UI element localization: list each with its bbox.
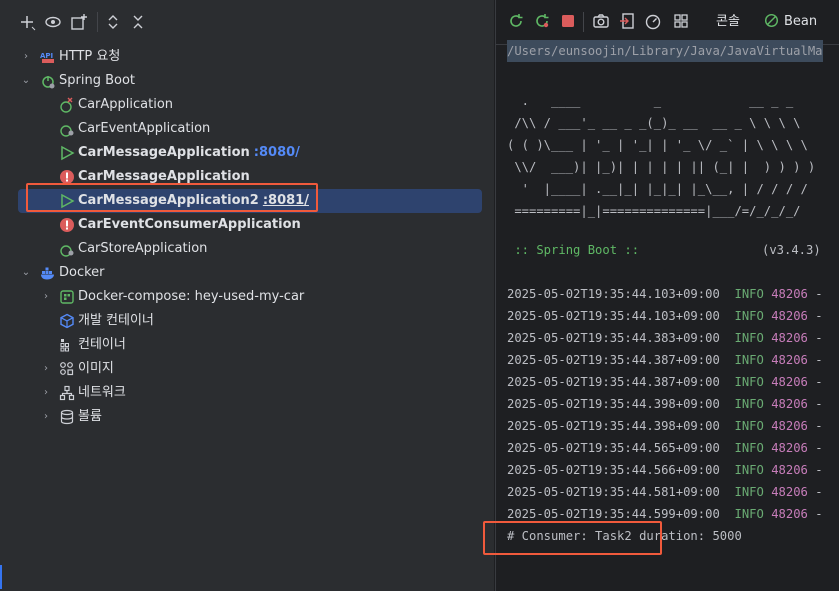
svg-text:API: API	[40, 52, 53, 60]
scroll-indicator	[0, 565, 2, 589]
tree-item-images[interactable]: › 이미지	[18, 357, 482, 381]
bean-icon	[764, 13, 779, 28]
camera-icon[interactable]	[592, 12, 610, 30]
tree-item-label: 컨테이너	[78, 337, 126, 352]
console-panel: 콘솔 Bean /Users/eunsoojin/Library/Java/Ja…	[495, 0, 839, 591]
banner-line: ( ( )\___ | '_ | '_| | '_ \/ _` | \ \ \ …	[507, 138, 808, 152]
tree-item-car-event-consumer-application[interactable]: CarEventConsumerApplication	[18, 213, 482, 237]
tree-item-car-application[interactable]: CarApplication	[18, 93, 482, 117]
services-toolbar	[0, 0, 494, 44]
exit-icon[interactable]	[618, 12, 636, 30]
tab-bean[interactable]: Bean	[764, 0, 834, 44]
port-link[interactable]: :8080/	[254, 145, 300, 160]
tab-console[interactable]: 콘솔	[706, 0, 750, 44]
tree-item-spring-boot[interactable]: ⌄ Spring Boot	[18, 69, 482, 93]
tree-item-http-requests[interactable]: › API HTTP 요청	[18, 45, 482, 69]
tree-item-docker[interactable]: ⌄ Docker	[18, 261, 482, 285]
tree-item-label: CarApplication	[78, 97, 174, 112]
log-line: 2025-05-02T19:35:44.566+09:00 INFO 48206…	[507, 463, 823, 477]
container-icon	[59, 337, 75, 353]
collapse-all-icon[interactable]	[128, 12, 148, 32]
image-icon	[59, 361, 75, 377]
dev-container-icon	[59, 313, 75, 329]
log-line: 2025-05-02T19:35:44.565+09:00 INFO 48206…	[507, 441, 823, 455]
tree-item-networks[interactable]: › 네트워크	[18, 381, 482, 405]
docker-compose-icon	[59, 289, 75, 305]
tree-item-volumes[interactable]: › 볼륨	[18, 405, 482, 429]
chevron-right-icon[interactable]: ›	[40, 381, 52, 405]
log-line: 2025-05-02T19:35:44.103+09:00 INFO 48206…	[507, 287, 823, 301]
network-icon	[59, 385, 75, 401]
new-group-icon[interactable]	[69, 12, 89, 32]
spring-boot-icon	[40, 73, 56, 89]
tree-item-dev-containers[interactable]: 개발 컨테이너	[18, 309, 482, 333]
gauge-icon[interactable]	[644, 12, 662, 30]
tree-item-label: HTTP 요청	[59, 49, 121, 64]
tree-item-car-event-application[interactable]: CarEventApplication	[18, 117, 482, 141]
tree-item-label: 이미지	[78, 361, 114, 376]
tree-item-label: CarMessageApplication:8080/	[78, 145, 300, 160]
services-panel: › API HTTP 요청 ⌄ Spring Boot CarApplicati…	[0, 0, 494, 591]
highlight-box-selected-app	[26, 183, 318, 212]
tree-item-label: Docker	[59, 265, 105, 280]
eye-icon[interactable]	[43, 12, 63, 32]
spring-boot-version: (v3.4.3)	[762, 243, 821, 257]
toolbar-divider	[583, 12, 584, 32]
log-line: 2025-05-02T19:35:44.103+09:00 INFO 48206…	[507, 309, 823, 323]
toolbar-divider	[97, 12, 98, 32]
chevron-down-icon[interactable]: ⌄	[20, 69, 32, 93]
spring-app-icon	[59, 241, 75, 257]
stop-icon[interactable]	[559, 12, 577, 30]
spring-app-error-icon	[59, 97, 75, 113]
console-toolbar: 콘솔 Bean	[496, 0, 839, 45]
tree-item-label: Spring Boot	[59, 73, 136, 88]
expand-all-icon[interactable]	[103, 12, 123, 32]
grid-icon[interactable]	[672, 12, 690, 30]
log-line: 2025-05-02T19:35:44.398+09:00 INFO 48206…	[507, 397, 823, 411]
highlight-box-consumer-line	[483, 521, 662, 555]
banner-line: /\\ / ___'_ __ _ _(_)_ __ __ _ \ \ \ \	[507, 116, 801, 130]
spring-app-icon	[59, 121, 75, 137]
error-icon	[59, 217, 75, 233]
docker-icon	[40, 265, 56, 281]
api-icon: API	[40, 49, 56, 65]
banner-line: =========|_|==============|___/=/_/_/_/	[507, 204, 801, 218]
tree-item-label: CarStoreApplication	[78, 241, 208, 256]
run-icon	[59, 145, 75, 161]
tree-item-label: CarEventApplication	[78, 121, 211, 136]
banner-line: \\/ ___)| |_)| | | | | || (_| | ) ) ) )	[507, 160, 816, 174]
chevron-right-icon[interactable]: ›	[40, 405, 52, 429]
command-path: /Users/eunsoojin/Library/Java/JavaVirtua…	[507, 40, 823, 62]
console-output[interactable]: /Users/eunsoojin/Library/Java/JavaVirtua…	[496, 40, 839, 591]
tab-label: Bean	[784, 14, 818, 29]
log-line: 2025-05-02T19:35:44.581+09:00 INFO 48206…	[507, 485, 823, 499]
tree-item-label: CarEventConsumerApplication	[78, 217, 301, 232]
log-line: 2025-05-02T19:35:44.387+09:00 INFO 48206…	[507, 353, 823, 367]
banner-line: ' |____| .__|_| |_|_| |_\__, | / / / /	[507, 182, 808, 196]
log-line: 2025-05-02T19:35:44.383+09:00 INFO 48206…	[507, 331, 823, 345]
chevron-down-icon[interactable]: ⌄	[20, 261, 32, 285]
add-service-icon[interactable]	[17, 12, 37, 32]
tree-item-car-store-application[interactable]: CarStoreApplication	[18, 237, 482, 261]
tree-item-label: 네트워크	[78, 385, 126, 400]
tree-item-label: Docker-compose: hey-used-my-car	[78, 289, 305, 304]
tree-item-docker-compose[interactable]: › Docker-compose: hey-used-my-car	[18, 285, 482, 309]
tree-item-car-message-application-8080[interactable]: CarMessageApplication:8080/	[18, 141, 482, 165]
banner-line: . ____ _ __ _ _	[507, 94, 794, 108]
chevron-right-icon[interactable]: ›	[20, 45, 32, 69]
rerun-failed-icon[interactable]	[533, 12, 551, 30]
tree-item-containers[interactable]: 컨테이너	[18, 333, 482, 357]
volume-icon	[59, 409, 75, 425]
spring-boot-label: :: Spring Boot ::	[507, 243, 640, 257]
log-line: 2025-05-02T19:35:44.387+09:00 INFO 48206…	[507, 375, 823, 389]
tree-item-label: 볼륨	[78, 409, 102, 424]
chevron-right-icon[interactable]: ›	[40, 285, 52, 309]
chevron-right-icon[interactable]: ›	[40, 357, 52, 381]
rerun-icon[interactable]	[507, 12, 525, 30]
tree-item-label: 개발 컨테이너	[78, 313, 154, 328]
log-line: 2025-05-02T19:35:44.398+09:00 INFO 48206…	[507, 419, 823, 433]
